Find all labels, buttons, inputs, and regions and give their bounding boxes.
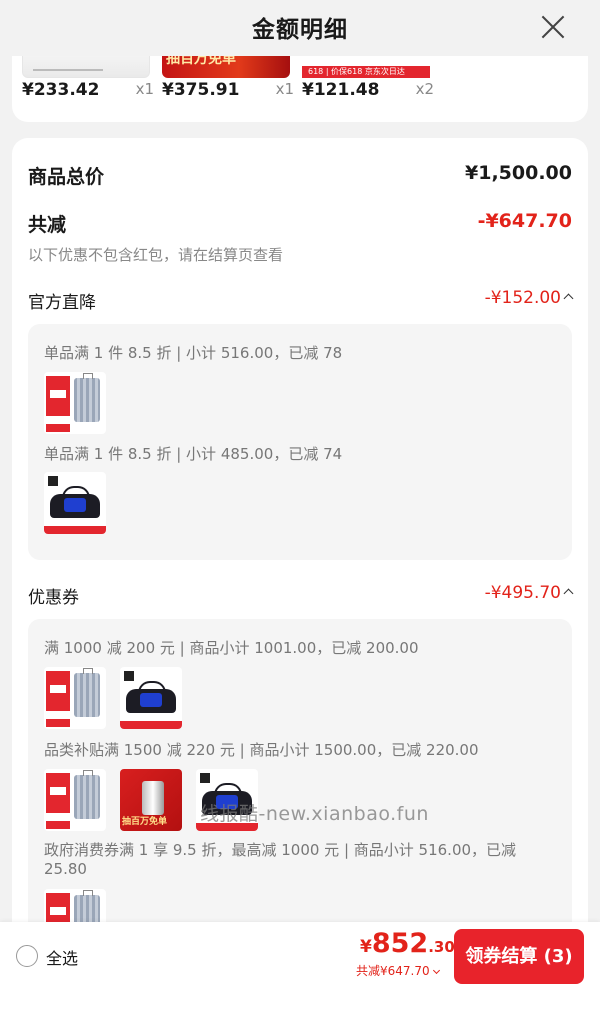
checkout-button[interactable]: 领券结算 (3)	[454, 929, 584, 984]
product-price: ¥233.42	[22, 80, 100, 100]
watermark: 线报酷-new.xianbao.fun	[200, 803, 429, 825]
total-label: 商品总价	[28, 166, 105, 188]
suitcase-thumbnail[interactable]	[44, 769, 106, 831]
official-detail-box: 单品满 1 件 8.5 折 | 小计 516.00，已减 78 单品满 1 件 …	[28, 324, 572, 560]
saved-amount[interactable]: 共减¥647.70	[356, 962, 440, 979]
coupon-row[interactable]: 优惠券 -¥495.70	[28, 583, 574, 608]
total-row: 商品总价 ¥1,500.00	[28, 162, 572, 188]
discount-line: 品类补贴满 1500 减 220 元 | 商品小计 1500.00，已减 220…	[44, 741, 479, 759]
product-quantity: x1	[135, 80, 154, 98]
product-quantity: x2	[415, 80, 434, 98]
total-price: ¥852.30	[360, 928, 455, 959]
suitcase-thumbnail[interactable]	[44, 372, 106, 434]
discount-row: 共减 -¥647.70	[28, 210, 572, 236]
chevron-up-icon[interactable]	[563, 588, 574, 599]
official-label: 官方直降	[28, 293, 96, 313]
promo-thumbnail[interactable]: 抽百万免单	[120, 769, 182, 831]
discount-line: 满 1000 减 200 元 | 商品小计 1001.00，已减 200.00	[44, 639, 419, 657]
total-price-decimal: .30	[428, 938, 455, 956]
suitcase-thumbnail[interactable]	[44, 667, 106, 729]
product-quantity: x1	[275, 80, 294, 98]
discount-line: 政府消费券满 1 享 9.5 折，最高减 1000 元 | 商品小计 516.0…	[44, 841, 517, 878]
discount-line: 单品满 1 件 8.5 折 | 小计 516.00，已减 78	[44, 344, 343, 362]
coupon-label: 优惠券	[28, 588, 79, 608]
total-price-integer: 852	[371, 928, 429, 959]
header: 金额明细	[0, 0, 600, 56]
product-price: ¥121.48	[302, 80, 380, 100]
page-title: 金额明细	[252, 17, 348, 43]
price-detail-card: 商品总价 ¥1,500.00 共减 -¥647.70 以下优惠不包含红包，请在结…	[12, 138, 588, 1035]
select-all-label[interactable]: 全选	[46, 945, 78, 969]
chevron-up-icon[interactable]	[563, 293, 574, 304]
close-icon[interactable]	[540, 14, 566, 40]
official-value: -¥152.00	[485, 288, 574, 308]
discount-value: -¥647.70	[477, 210, 572, 232]
select-all-checkbox[interactable]	[16, 945, 38, 967]
chevron-down-icon[interactable]	[432, 966, 440, 975]
product-banner: 618 | 价保618 京东次日达	[302, 66, 430, 78]
discount-line: 单品满 1 件 8.5 折 | 小计 485.00，已减 74	[44, 445, 343, 463]
bag-thumbnail[interactable]	[44, 472, 106, 534]
coupon-value: -¥495.70	[485, 583, 574, 603]
bag-thumbnail[interactable]	[120, 667, 182, 729]
product-price: ¥375.91	[162, 80, 240, 100]
total-value: ¥1,500.00	[465, 162, 572, 184]
discount-note: 以下优惠不包含红包，请在结算页查看	[28, 246, 284, 264]
discount-label: 共减	[28, 214, 67, 236]
currency-symbol: ¥	[360, 937, 372, 957]
checkout-bar: 全选 ¥852.30 共减¥647.70 领券结算 (3)	[0, 922, 600, 1035]
official-row[interactable]: 官方直降 -¥152.00	[28, 288, 574, 313]
promo-banner: 抽百万免单	[122, 817, 168, 827]
